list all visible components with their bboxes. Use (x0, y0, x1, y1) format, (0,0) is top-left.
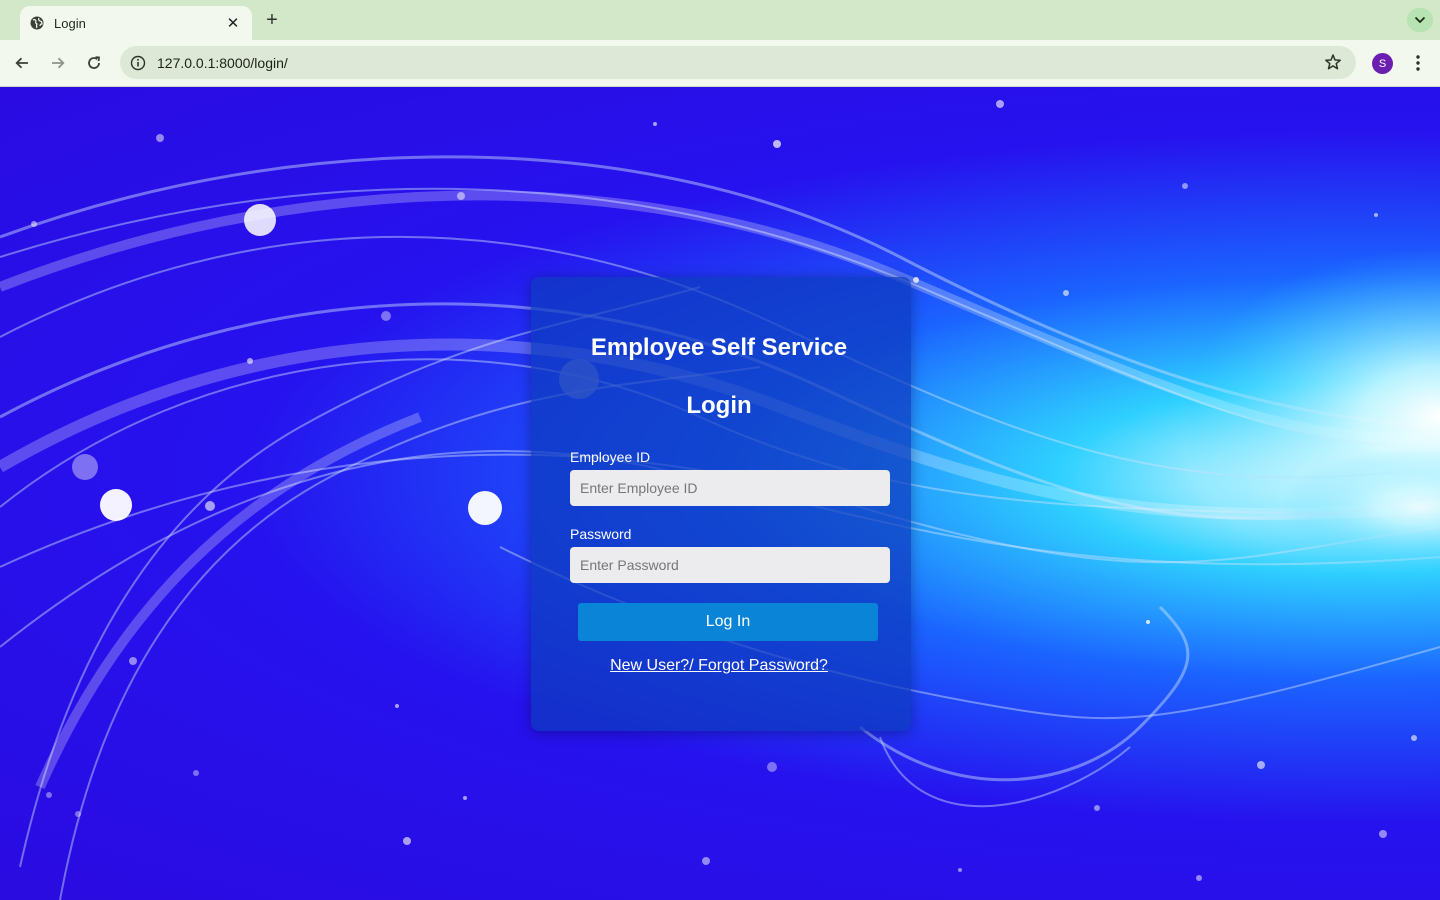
employee-id-label: Employee ID (570, 449, 651, 465)
employee-id-input[interactable] (570, 470, 890, 506)
url-text: 127.0.0.1:8000/login/ (157, 54, 288, 71)
page-title: Login (686, 392, 752, 419)
plus-icon[interactable]: + (262, 9, 282, 31)
forward-arrow-icon[interactable] (45, 50, 71, 76)
address-bar[interactable]: 127.0.0.1:8000/login/ (120, 46, 1356, 79)
password-label: Password (570, 526, 632, 542)
globe-icon (30, 16, 44, 30)
app-title: Employee Self Service (590, 334, 848, 361)
login-button[interactable]: Log In (578, 603, 878, 641)
new-user-forgot-password-link[interactable]: New User?/ Forgot Password? (531, 657, 907, 675)
star-icon[interactable] (1324, 53, 1342, 71)
back-arrow-icon[interactable] (9, 50, 35, 76)
avatar[interactable]: S (1372, 53, 1393, 74)
login-page: Employee Self Service Login Employee ID … (0, 87, 1440, 900)
chevron-down-icon[interactable] (1407, 8, 1433, 32)
password-input[interactable] (570, 547, 890, 583)
login-card: Employee Self Service Login Employee ID … (531, 277, 911, 731)
kebab-menu-icon[interactable] (1408, 52, 1428, 74)
reload-icon[interactable] (81, 50, 107, 76)
browser-toolbar: 127.0.0.1:8000/login/ S (0, 40, 1440, 87)
close-icon[interactable]: ✕ (224, 14, 242, 32)
info-icon[interactable] (130, 55, 146, 71)
tab-title: Login (54, 15, 86, 31)
tab-login[interactable]: Login ✕ (20, 6, 252, 40)
tab-strip: Login ✕ + (0, 0, 1440, 40)
